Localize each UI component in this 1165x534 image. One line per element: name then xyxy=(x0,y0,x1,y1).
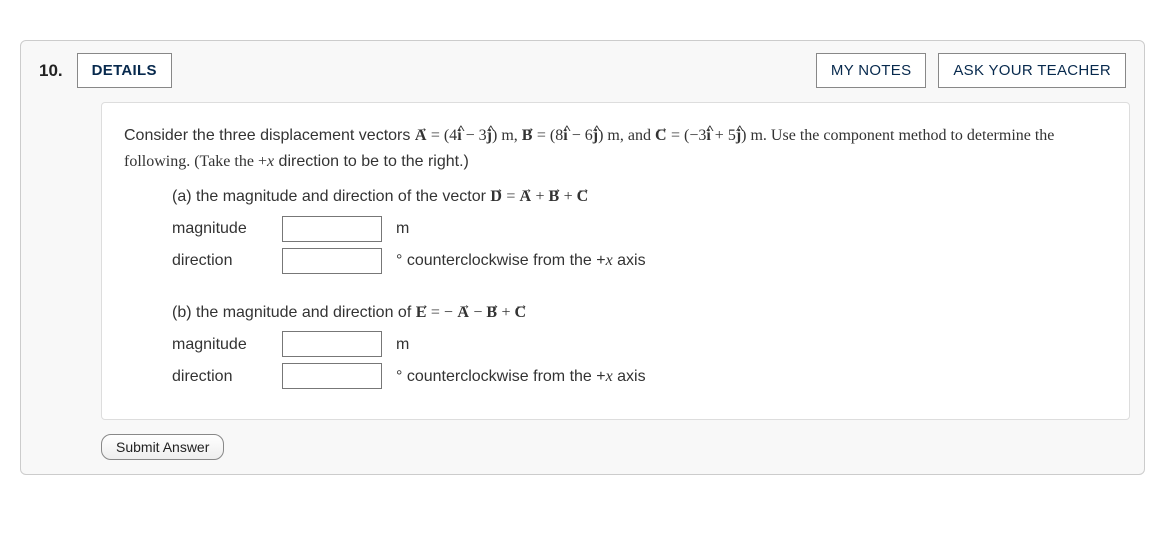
b-magnitude-row: magnitude m xyxy=(172,331,1107,357)
vector-C: C xyxy=(577,188,589,205)
prompt-text: Consider the three displacement vectors … xyxy=(124,123,1107,174)
b-direction-row: direction ° counterclockwise from the +x… xyxy=(172,363,1107,389)
vector-C: C xyxy=(655,127,667,144)
eq-C-open: = (−3 xyxy=(671,127,706,144)
j-hat: j xyxy=(593,127,598,144)
a-direction-row: direction ° counterclockwise from the +x… xyxy=(172,248,1107,274)
ask-teacher-button[interactable]: ASK YOUR TEACHER xyxy=(938,53,1126,88)
prompt-pre: Consider the three displacement vectors xyxy=(124,127,415,144)
details-button[interactable]: DETAILS xyxy=(77,53,172,88)
direction-label: direction xyxy=(172,248,268,274)
a-direction-input[interactable] xyxy=(282,248,382,274)
subpart-a: (a) the magnitude and direction of the v… xyxy=(172,184,1107,274)
vector-E: E xyxy=(416,304,427,321)
subpart-b: (b) the magnitude and direction of E = −… xyxy=(172,300,1107,390)
header-right: MY NOTES ASK YOUR TEACHER xyxy=(816,53,1126,88)
magnitude-label: magnitude xyxy=(172,216,268,242)
eq-B-open: = (8 xyxy=(537,127,563,144)
i-hat: i xyxy=(563,127,567,144)
b-mag-unit: m xyxy=(396,332,409,358)
a-magnitude-input[interactable] xyxy=(282,216,382,242)
b-minus: − xyxy=(473,304,486,321)
question-header: 10. DETAILS MY NOTES ASK YOUR TEACHER xyxy=(21,41,1144,88)
b-dir-unit: ° counterclockwise from the +x axis xyxy=(396,364,646,390)
b-lead: (b) the magnitude and direction of xyxy=(172,304,416,321)
vector-A: A xyxy=(415,127,427,144)
eq-A-open: = (4 xyxy=(431,127,457,144)
b-plus: + xyxy=(502,304,515,321)
i-hat: i xyxy=(706,127,710,144)
a-dir-unit: ° counterclockwise from the +x axis xyxy=(396,248,646,274)
submit-answer-button[interactable]: Submit Answer xyxy=(101,434,224,460)
subpart-a-title: (a) the magnitude and direction of the v… xyxy=(172,184,1107,210)
vector-A: A xyxy=(519,188,531,205)
a-lead: (a) the magnitude and direction of the v… xyxy=(172,188,490,205)
question-body: Consider the three displacement vectors … xyxy=(101,102,1130,420)
a-plus2: + xyxy=(564,188,577,205)
b-magnitude-input[interactable] xyxy=(282,331,382,357)
eq-B-mid: − 6 xyxy=(568,127,593,144)
eq-B-close: ) m, and xyxy=(598,127,655,144)
vector-B: B xyxy=(522,127,533,144)
b-eq: = − xyxy=(431,304,453,321)
vector-C: C xyxy=(515,304,527,321)
header-left: 10. DETAILS xyxy=(39,53,172,88)
j-hat: j xyxy=(736,127,741,144)
subpart-b-title: (b) the magnitude and direction of E = −… xyxy=(172,300,1107,326)
vector-D: D xyxy=(490,188,502,205)
vector-B: B xyxy=(549,188,560,205)
j-hat: j xyxy=(487,127,492,144)
question-card: 10. DETAILS MY NOTES ASK YOUR TEACHER Co… xyxy=(20,40,1145,475)
a-magnitude-row: magnitude m xyxy=(172,216,1107,242)
a-plus1: + xyxy=(535,188,548,205)
magnitude-label: magnitude xyxy=(172,332,268,358)
vector-B: B xyxy=(486,304,497,321)
question-number: 10. xyxy=(39,61,63,81)
submit-area: Submit Answer xyxy=(101,434,1130,460)
direction-label: direction xyxy=(172,364,268,390)
a-eq: = xyxy=(506,188,519,205)
b-direction-input[interactable] xyxy=(282,363,382,389)
my-notes-button[interactable]: MY NOTES xyxy=(816,53,926,88)
prompt-tail: direction to be to the right.) xyxy=(274,153,469,170)
subparts: (a) the magnitude and direction of the v… xyxy=(124,184,1107,389)
vector-A: A xyxy=(457,304,469,321)
eq-A-close: ) m, xyxy=(492,127,522,144)
a-mag-unit: m xyxy=(396,216,409,242)
eq-C-mid: + 5 xyxy=(711,127,736,144)
i-hat: i xyxy=(457,127,461,144)
